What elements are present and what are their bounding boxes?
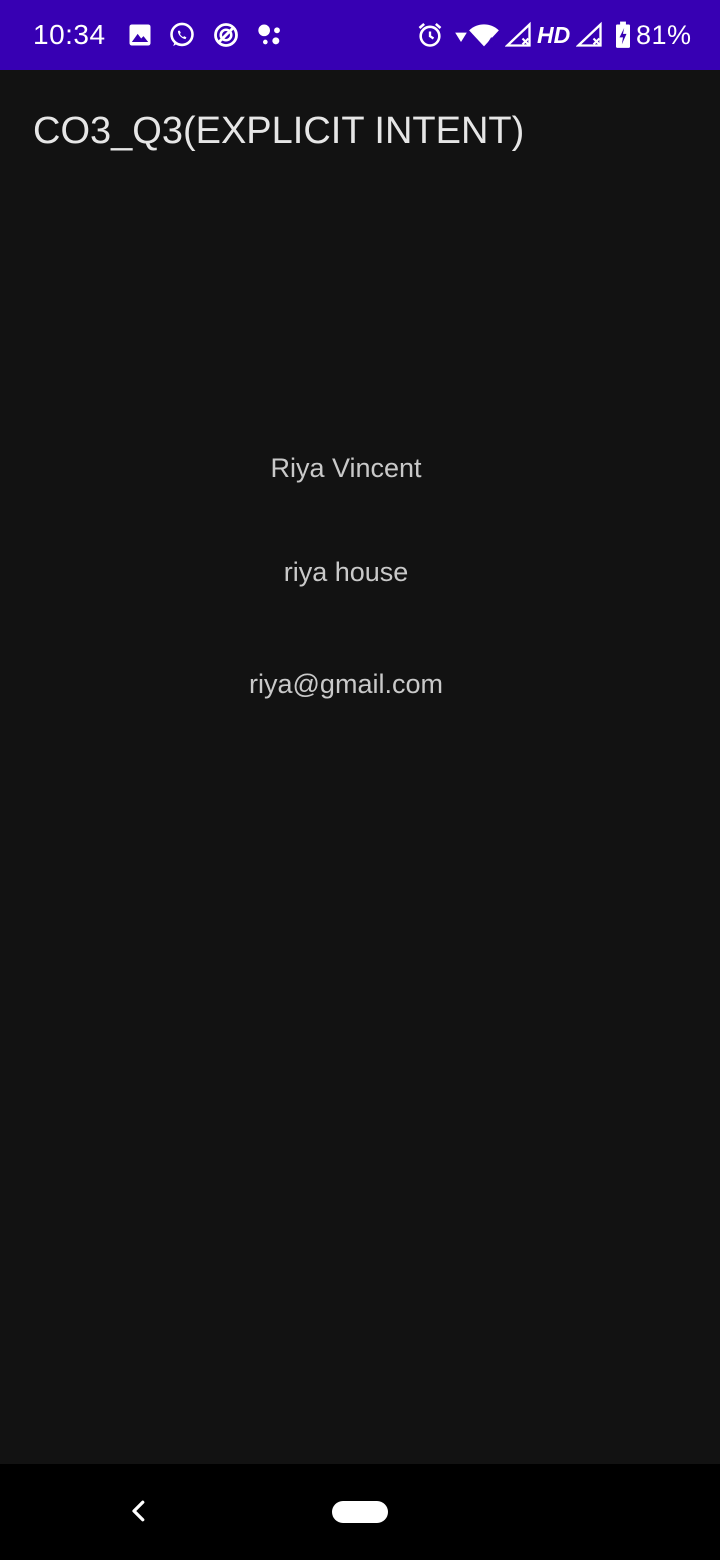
- network-label: HD: [537, 22, 571, 48]
- down-arrow-icon: [454, 21, 468, 49]
- address-text: riya house: [283, 557, 409, 587]
- wifi-icon: 4: [468, 21, 500, 49]
- name-text: Riya Vincent: [270, 453, 422, 483]
- page-title: CO3_Q3(EXPLICIT INTENT): [33, 110, 525, 152]
- status-time: 10:34: [33, 19, 106, 50]
- image-icon: [126, 21, 154, 49]
- signal-2-icon: [576, 21, 604, 49]
- home-pill-icon[interactable]: [332, 1501, 388, 1523]
- back-icon[interactable]: [124, 1496, 154, 1526]
- whatsapp-icon: [168, 21, 196, 49]
- navigation-bar: [0, 1464, 720, 1560]
- status-bar: 10:34 4 HD 81%: [0, 0, 720, 70]
- data-saver-icon: [212, 21, 240, 49]
- alarm-icon: [416, 21, 444, 49]
- battery-percent: 81%: [636, 20, 692, 50]
- signal-icon: [505, 21, 533, 49]
- screen: 10:34 4 HD 81% CO3_Q3(EXPLICIT INTENT) R…: [0, 0, 720, 1560]
- svg-text:4: 4: [487, 36, 494, 48]
- battery-charging-icon: [613, 21, 633, 49]
- email-text: riya@gmail.com: [249, 669, 443, 699]
- app-bar: CO3_Q3(EXPLICIT INTENT): [0, 70, 720, 188]
- assistant-dots-icon: [256, 21, 284, 49]
